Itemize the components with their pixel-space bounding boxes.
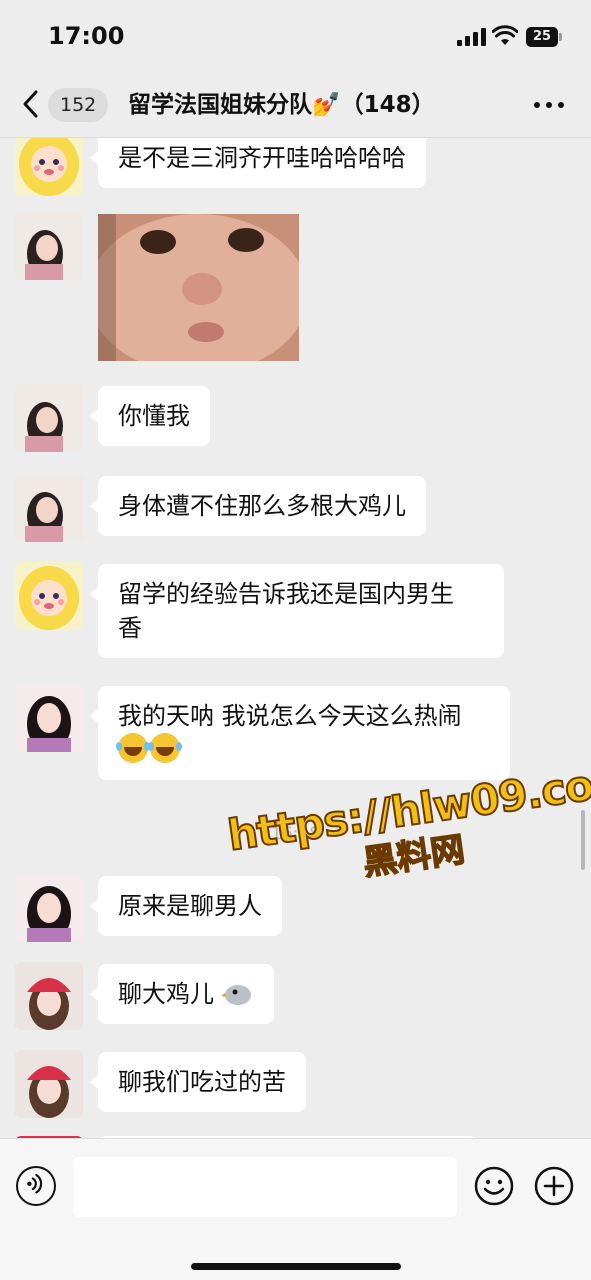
battery-level: 25: [526, 27, 558, 47]
nail-polish-icon: 💅: [312, 92, 341, 118]
signal-icon: [457, 28, 487, 46]
member-count: （148）: [340, 92, 435, 118]
bird-icon: [221, 985, 251, 1005]
avatar-cartoon[interactable]: [15, 562, 83, 630]
avatar-cartoon[interactable]: [15, 138, 83, 196]
timestamp: 16:08: [271, 824, 320, 844]
message-input[interactable]: [73, 1157, 457, 1217]
more-icon[interactable]: [532, 102, 566, 110]
laughing-crying-icon: [148, 733, 180, 763]
message-line: 我的天呐 我说怎么今天这么热闹: [118, 702, 462, 730]
emoji-row: [116, 733, 490, 767]
voice-icon[interactable]: [16, 1166, 56, 1206]
avatar-girl-dark-hair[interactable]: [15, 684, 83, 752]
message-line: 香: [118, 614, 142, 642]
message-bubble[interactable]: 是不是三洞齐开哇哈哈哈哈: [90, 138, 426, 188]
chat-header: 152 留学法国姐妹分队💅（148）: [0, 72, 591, 138]
avatar-girl[interactable]: [15, 212, 83, 280]
wifi-icon: [492, 25, 518, 45]
avatar-girl-red-hat[interactable]: [15, 962, 83, 1030]
photo-message[interactable]: [98, 214, 299, 361]
message-bubble[interactable]: 我的天呐 我说怎么今天这么热闹: [90, 686, 510, 780]
avatar-girl[interactable]: [15, 384, 83, 452]
message-bubble[interactable]: 原来是聊男人: [90, 876, 282, 936]
scroll-indicator[interactable]: [581, 810, 585, 870]
message-bubble[interactable]: 身体遭不住那么多根大鸡儿: [90, 476, 426, 536]
emoji-icon[interactable]: [474, 1166, 514, 1206]
add-icon[interactable]: [534, 1166, 574, 1206]
status-time: 17:00: [48, 22, 125, 50]
message-bubble[interactable]: 聊我们吃过的苦: [90, 1052, 306, 1112]
avatar-girl-dark-hair[interactable]: [15, 874, 83, 942]
battery-icon: 25: [526, 27, 562, 47]
avatar-girl-red-hat[interactable]: [15, 1050, 83, 1118]
message-bubble[interactable]: 你懂我: [90, 386, 210, 446]
message-bubble[interactable]: 聊大鸡儿: [90, 964, 274, 1024]
chat-messages: 是不是三洞齐开哇哈哈哈哈 你懂我 身体遭不住那么多根大鸡儿 留学的经验告诉我还是…: [0, 138, 591, 1138]
chat-title: 留学法国姐妹分队💅（148）: [128, 88, 435, 122]
message-bubble[interactable]: 留学的经验告诉我还是国内男生 香: [90, 564, 504, 658]
status-bar: 17:00 25: [0, 0, 591, 72]
avatar-girl[interactable]: [15, 474, 83, 542]
laughing-crying-icon: [116, 733, 148, 763]
back-icon[interactable]: [16, 86, 46, 122]
chat-title-text: 留学法国姐妹分队: [128, 92, 312, 118]
message-line: 留学的经验告诉我还是国内男生: [118, 580, 454, 608]
unread-count-badge[interactable]: 152: [48, 88, 109, 122]
input-bar: [0, 1138, 591, 1280]
message-text: 聊大鸡儿: [118, 980, 214, 1008]
home-indicator: [191, 1263, 401, 1270]
